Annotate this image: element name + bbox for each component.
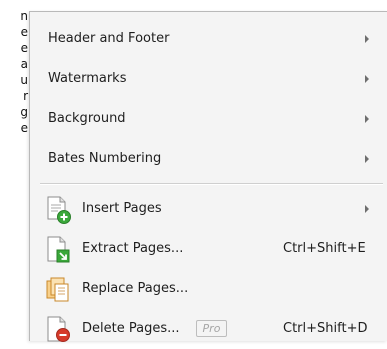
- background-text: e: [20, 41, 28, 55]
- menu-item-label: Delete Pages...: [82, 321, 180, 336]
- menu-item-delete-pages[interactable]: Delete Pages... Pro Ctrl+Shift+D: [30, 311, 387, 349]
- insert-pages-icon: [44, 195, 74, 225]
- delete-pages-icon: [44, 315, 74, 345]
- submenu-arrow-icon: [365, 115, 369, 123]
- menu-item-replace-pages[interactable]: Replace Pages...: [30, 271, 387, 309]
- background-text: g: [20, 105, 28, 119]
- background-text: r: [23, 89, 28, 103]
- menu-item-label: Insert Pages: [82, 201, 162, 216]
- menu-item-label: Header and Footer: [48, 31, 170, 46]
- background-text: n: [20, 9, 28, 23]
- menu-item-label: Extract Pages...: [82, 241, 184, 256]
- menu-item-label: Background: [48, 111, 126, 126]
- context-menu: Header and Footer Watermarks Background …: [29, 11, 387, 342]
- background-text: e: [20, 25, 28, 39]
- extract-pages-icon: [44, 235, 74, 265]
- submenu-arrow-icon: [365, 35, 369, 43]
- background-text: u: [20, 73, 28, 87]
- menu-separator: [40, 183, 383, 185]
- submenu-arrow-icon: [365, 205, 369, 213]
- menu-item-extract-pages[interactable]: Extract Pages... Ctrl+Shift+E: [30, 231, 387, 269]
- menu-item-insert-pages[interactable]: Insert Pages: [30, 191, 387, 229]
- replace-pages-icon: [44, 275, 74, 305]
- menu-item-watermarks[interactable]: Watermarks: [30, 61, 387, 99]
- background-text: a: [20, 57, 28, 71]
- background-text: e: [20, 121, 28, 135]
- menu-item-header-and-footer[interactable]: Header and Footer: [30, 21, 387, 59]
- background-document: n e e a u r g e: [0, 0, 30, 331]
- submenu-arrow-icon: [365, 155, 369, 163]
- menu-item-background[interactable]: Background: [30, 101, 387, 139]
- shortcut-label: Ctrl+Shift+E: [283, 241, 366, 256]
- menu-item-bates-numbering[interactable]: Bates Numbering: [30, 141, 387, 179]
- pro-badge: Pro: [196, 320, 227, 337]
- menu-item-label: Bates Numbering: [48, 151, 162, 166]
- submenu-arrow-icon: [365, 75, 369, 83]
- menu-item-label: Watermarks: [48, 71, 127, 86]
- shortcut-label: Ctrl+Shift+D: [283, 321, 368, 336]
- menu-item-label: Replace Pages...: [82, 281, 189, 296]
